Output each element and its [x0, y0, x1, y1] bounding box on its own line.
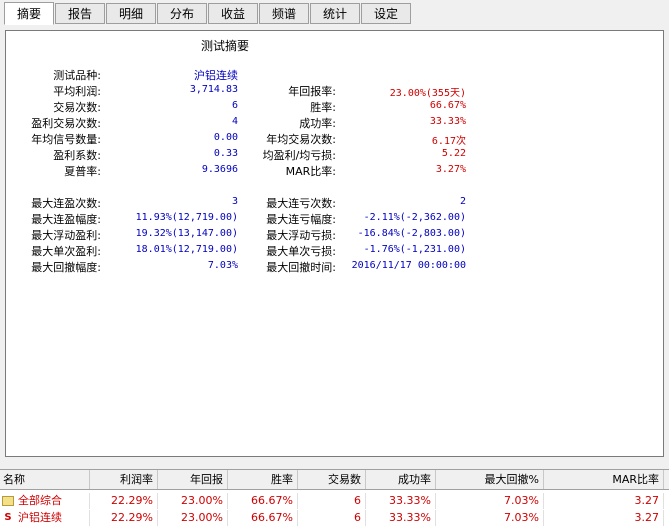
col-header-max-drawdown[interactable]: 最大回撤% — [436, 470, 544, 489]
value-max-consec-losses: 2 — [459, 196, 466, 207]
label-max-consec-loss-range: 最大连亏幅度: — [266, 213, 336, 226]
cell-name: 沪铝连续 — [0, 510, 90, 526]
label-winning-trades: 盈利交易次数: — [31, 117, 101, 130]
value-max-float-profit: 19.32%(13,147.00) — [135, 228, 238, 239]
label-win-rate: 胜率: — [310, 101, 336, 114]
tab-profit[interactable]: 收益 — [208, 3, 258, 24]
value-mar-ratio: 3.27% — [435, 164, 466, 175]
cell-annual-return: 23.00% — [158, 493, 228, 509]
value-avg-win-loss: 5.22 — [441, 148, 466, 159]
tab-details[interactable]: 明细 — [106, 3, 156, 24]
value-annual-signals: 0.00 — [213, 132, 238, 143]
label-avg-win-loss: 均盈利/均亏损: — [262, 149, 336, 162]
summary-panel: 测试摘要 测试品种: 沪铝连续 平均利润: 3,714.83 交易次数: 6 盈… — [5, 30, 664, 457]
cell-profit-rate: 22.29% — [90, 510, 158, 526]
col-header-mar-ratio[interactable]: MAR比率 — [544, 470, 664, 489]
label-max-consec-win-range: 最大连盈幅度: — [31, 213, 101, 226]
col-header-name[interactable]: 名称 — [0, 470, 90, 489]
cell-success-rate: 33.33% — [366, 493, 436, 509]
cell-annual-return: 23.00% — [158, 510, 228, 526]
label-trade-count: 交易次数: — [53, 101, 101, 114]
tab-summary[interactable]: 摘要 — [4, 2, 54, 25]
cell-profit-rate: 22.29% — [90, 493, 158, 509]
cell-success-rate: 33.33% — [366, 510, 436, 526]
label-avg-profit: 平均利润: — [53, 85, 101, 98]
value-success-rate: 33.33% — [429, 116, 466, 127]
col-header-annual-return[interactable]: 年回报 — [158, 470, 228, 489]
cell-win-rate: 66.67% — [228, 510, 298, 526]
value-sharpe: 9.3696 — [201, 164, 238, 175]
table-row[interactable]: 全部综合 22.29% 23.00% 66.67% 6 33.33% 7.03%… — [0, 493, 669, 509]
label-max-consec-wins: 最大连盈次数: — [31, 197, 101, 210]
value-max-float-loss: -16.84%(-2,803.00) — [357, 228, 466, 239]
tab-report[interactable]: 报告 — [55, 3, 105, 24]
value-trade-count: 6 — [231, 100, 238, 111]
tab-settings[interactable]: 设定 — [361, 3, 411, 24]
tab-spectrum[interactable]: 频谱 — [259, 3, 309, 24]
label-annual-signals: 年均信号数量: — [31, 133, 101, 146]
label-max-drawdown-time: 最大回撤时间: — [266, 261, 336, 274]
cell-mar-ratio: 3.27 — [544, 493, 664, 509]
value-max-single-loss: -1.76%(-1,231.00) — [363, 244, 466, 255]
value-annual-trades: 6.17次 — [431, 136, 466, 147]
label-instrument: 测试品种: — [53, 69, 101, 82]
tab-bar: 摘要 报告 明细 分布 收益 频谱 统计 设定 — [0, 0, 669, 30]
value-max-drawdown: 7.03% — [207, 260, 238, 271]
cell-trade-count: 6 — [298, 510, 366, 526]
panel-title: 测试摘要 — [201, 39, 250, 53]
col-header-win-rate[interactable]: 胜率 — [228, 470, 298, 489]
value-max-consec-win-range: 11.93%(12,719.00) — [135, 212, 238, 223]
label-max-drawdown: 最大回撤幅度: — [31, 261, 101, 274]
cell-win-rate: 66.67% — [228, 493, 298, 509]
label-profit-factor: 盈利系数: — [53, 149, 101, 162]
label-annual-return: 年回报率: — [288, 85, 336, 98]
cell-name: 全部综合 — [0, 493, 90, 509]
value-annual-return: 23.00%(355天) — [389, 88, 466, 99]
table-row[interactable]: S 沪铝连续 22.29% 23.00% 66.67% 6 33.33% 7.0… — [0, 510, 669, 526]
col-header-success-rate[interactable]: 成功率 — [366, 470, 436, 489]
table-header: 名称 利润率 年回报 胜率 交易数 成功率 最大回撤% MAR比率 — [0, 470, 669, 490]
label-annual-trades: 年均交易次数: — [266, 133, 336, 146]
col-header-profit-rate[interactable]: 利润率 — [90, 470, 158, 489]
value-max-consec-wins: 3 — [231, 196, 238, 207]
label-max-float-profit: 最大浮动盈利: — [31, 229, 101, 242]
label-success-rate: 成功率: — [299, 117, 336, 130]
col-header-trade-count[interactable]: 交易数 — [298, 470, 366, 489]
tab-distribution[interactable]: 分布 — [157, 3, 207, 24]
label-sharpe: 夏普率: — [64, 165, 101, 178]
value-max-consec-loss-range: -2.11%(-2,362.00) — [363, 212, 466, 223]
cell-max-drawdown: 7.03% — [436, 510, 544, 526]
cell-max-drawdown: 7.03% — [436, 493, 544, 509]
label-max-single-loss: 最大单次亏损: — [266, 245, 336, 258]
value-avg-profit: 3,714.83 — [189, 84, 238, 95]
label-max-float-loss: 最大浮动亏损: — [266, 229, 336, 242]
tab-statistics[interactable]: 统计 — [310, 3, 360, 24]
value-profit-factor: 0.33 — [213, 148, 238, 159]
label-max-single-profit: 最大单次盈利: — [31, 245, 101, 258]
label-max-consec-losses: 最大连亏次数: — [266, 197, 336, 210]
label-mar-ratio: MAR比率: — [285, 165, 336, 178]
cell-trade-count: 6 — [298, 493, 366, 509]
value-max-drawdown-time: 2016/11/17 00:00:00 — [351, 260, 466, 271]
value-instrument: 沪铝连续 — [194, 69, 238, 82]
cell-mar-ratio: 3.27 — [544, 510, 664, 526]
value-max-single-profit: 18.01%(12,719.00) — [135, 244, 238, 255]
value-winning-trades: 4 — [231, 116, 238, 127]
results-table: 名称 利润率 年回报 胜率 交易数 成功率 最大回撤% MAR比率 全部综合 2… — [0, 469, 669, 529]
value-win-rate: 66.67% — [429, 100, 466, 111]
